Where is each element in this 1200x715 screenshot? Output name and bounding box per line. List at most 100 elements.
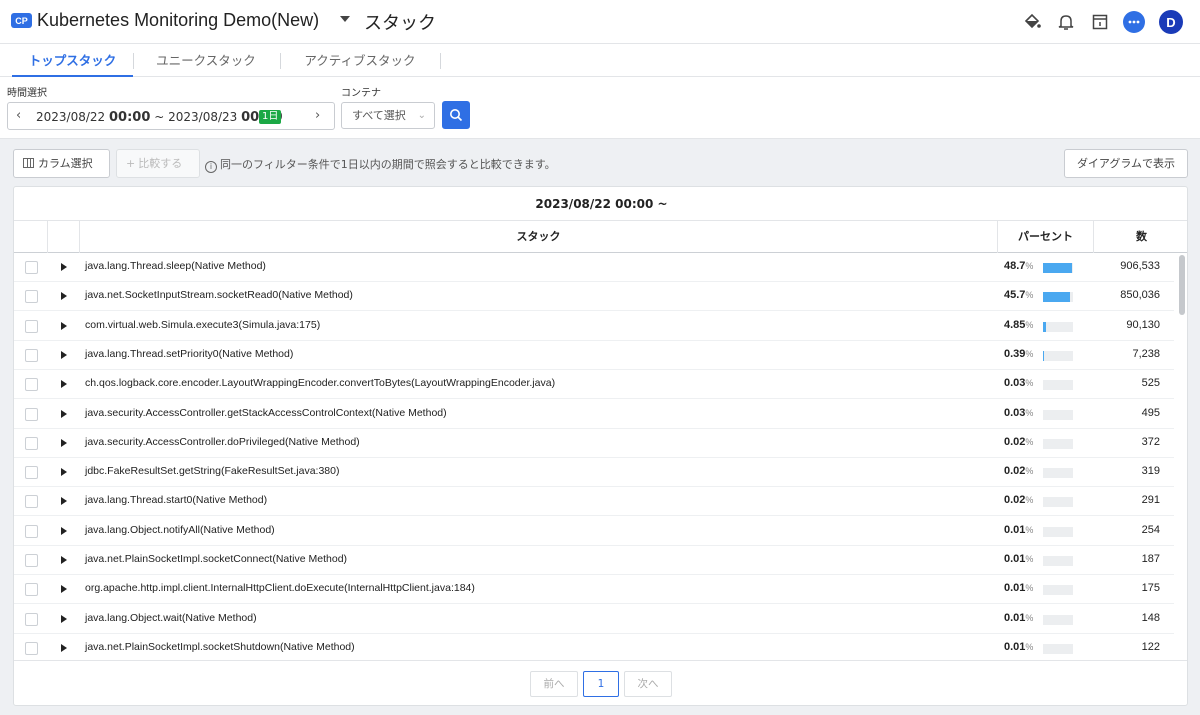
stack-name[interactable]: java.lang.Thread.sleep(Native Method) <box>85 260 266 272</box>
table-row[interactable]: java.lang.Object.notifyAll(Native Method… <box>14 517 1174 546</box>
percent-number: 0.02 <box>1004 494 1026 507</box>
expand-column-header <box>48 221 79 253</box>
stack-name[interactable]: java.lang.Object.wait(Native Method) <box>85 612 257 624</box>
table-row[interactable]: java.net.PlainSocketImpl.socketConnect(N… <box>14 546 1174 575</box>
stack-name[interactable]: java.lang.Thread.setPriority0(Native Met… <box>85 348 293 360</box>
table-row[interactable]: jdbc.FakeResultSet.getString(FakeResultS… <box>14 458 1174 488</box>
row-checkbox[interactable] <box>25 290 38 304</box>
stack-name[interactable]: java.lang.Thread.start0(Native Method) <box>85 494 267 506</box>
project-dropdown-caret-icon[interactable] <box>340 16 350 22</box>
project-type-badge: CP <box>11 13 32 28</box>
pagination-next-button[interactable]: 次へ <box>624 671 672 697</box>
table-row[interactable]: java.security.AccessController.getStackA… <box>14 400 1174 429</box>
tab-divider <box>280 53 281 69</box>
row-checkbox[interactable] <box>25 261 38 274</box>
paint-bucket-icon[interactable] <box>1020 10 1044 34</box>
stack-name[interactable]: jdbc.FakeResultSet.getString(FakeResultS… <box>85 465 339 477</box>
expand-triangle-icon[interactable] <box>61 321 67 330</box>
stack-name[interactable]: java.security.AccessController.getStackA… <box>85 407 447 419</box>
table-row[interactable]: java.lang.Thread.setPriority0(Native Met… <box>14 341 1174 370</box>
percent-number: 4.85 <box>1004 318 1026 331</box>
info-icon: i <box>205 161 217 173</box>
expand-triangle-icon[interactable] <box>61 585 67 594</box>
chevron-right-icon[interactable]: › <box>315 108 320 123</box>
chevron-left-icon[interactable]: ‹ <box>16 108 21 123</box>
table-row[interactable]: java.lang.Thread.sleep(Native Method) 48.… <box>14 253 1174 282</box>
row-checkbox[interactable] <box>25 466 38 480</box>
expand-triangle-icon[interactable] <box>61 350 67 359</box>
pagination-page-1[interactable]: 1 <box>583 671 619 697</box>
expand-triangle-icon[interactable] <box>61 380 67 389</box>
percent-value: 0.01% <box>1004 524 1033 536</box>
column-select-button[interactable]: カラム選択 <box>13 149 110 178</box>
stack-name[interactable]: ch.qos.logback.core.encoder.LayoutWrappi… <box>85 377 555 389</box>
tab-active-stack[interactable]: アクティブスタック <box>292 44 428 77</box>
table-scrollbar[interactable] <box>1179 255 1185 315</box>
percent-column-header[interactable]: パーセント <box>998 221 1093 253</box>
table-row[interactable]: ch.qos.logback.core.encoder.LayoutWrappi… <box>14 370 1174 400</box>
stack-table-card: 2023/08/22 00:00 ~ スタック パーセント 数 java.lan… <box>13 186 1188 706</box>
compare-button[interactable]: + 比較する <box>116 149 200 178</box>
container-label: コンテナ <box>341 88 381 99</box>
stack-name[interactable]: java.lang.Object.notifyAll(Native Method… <box>85 524 275 536</box>
row-checkbox[interactable] <box>25 524 38 538</box>
chat-icon[interactable] <box>1122 10 1146 34</box>
table-date-header: 2023/08/22 00:00 ~ <box>14 187 1187 221</box>
row-checkbox[interactable] <box>25 641 38 655</box>
stack-column-header[interactable]: スタック <box>80 221 997 253</box>
expand-triangle-icon[interactable] <box>61 292 67 301</box>
table-row[interactable]: com.virtual.web.Simula.execute3(Simula.j… <box>14 312 1174 341</box>
row-checkbox[interactable] <box>25 583 38 597</box>
percent-unit: % <box>1025 641 1034 652</box>
expand-triangle-icon[interactable] <box>61 497 67 506</box>
percent-unit: % <box>1025 495 1034 506</box>
percent-bar <box>1043 263 1073 273</box>
table-row[interactable]: java.lang.Object.wait(Native Method) 0.01… <box>14 605 1174 634</box>
expand-triangle-icon[interactable] <box>61 526 67 535</box>
percent-bar <box>1043 614 1073 625</box>
row-checkbox[interactable] <box>25 436 38 450</box>
expand-triangle-icon[interactable] <box>61 643 67 652</box>
project-name[interactable]: Kubernetes Monitoring Demo(New) <box>37 10 319 31</box>
percent-value: 0.02% <box>1004 465 1033 477</box>
expand-triangle-icon[interactable] <box>61 468 67 477</box>
bell-icon[interactable] <box>1054 10 1078 34</box>
expand-triangle-icon[interactable] <box>61 614 67 623</box>
news-icon[interactable] <box>1088 10 1112 34</box>
row-checkbox[interactable] <box>25 407 38 421</box>
row-checkbox[interactable] <box>25 612 38 626</box>
row-checkbox[interactable] <box>25 319 38 333</box>
row-checkbox[interactable] <box>25 495 38 509</box>
stack-name[interactable]: java.security.AccessController.doPrivile… <box>85 436 360 448</box>
pagination-prev-button[interactable]: 前へ <box>530 671 578 697</box>
container-select[interactable]: すべて選択 ⌄ <box>341 102 435 129</box>
percent-number: 0.01 <box>1004 611 1026 624</box>
row-checkbox[interactable] <box>25 378 38 392</box>
expand-triangle-icon[interactable] <box>61 263 67 271</box>
table-row[interactable]: java.net.SocketInputStream.socketRead0(N… <box>14 282 1174 312</box>
stack-name[interactable]: org.apache.http.impl.client.InternalHttp… <box>85 582 475 594</box>
time-range-picker[interactable]: ‹ 2023/08/22 00:00 ~ 2023/08/23 00:00 1日… <box>7 102 335 130</box>
expand-triangle-icon[interactable] <box>61 409 67 418</box>
tab-top-stack[interactable]: トップスタック <box>12 44 133 77</box>
count-column-header[interactable]: 数 <box>1094 221 1187 253</box>
count-value: 319 <box>1141 465 1160 478</box>
table-row[interactable]: java.net.PlainSocketImpl.socketShutdown(… <box>14 634 1174 661</box>
expand-triangle-icon[interactable] <box>61 438 67 447</box>
stack-name[interactable]: java.net.PlainSocketImpl.socketConnect(N… <box>85 553 347 565</box>
percent-bar <box>1043 585 1073 596</box>
expand-triangle-icon[interactable] <box>61 556 67 564</box>
row-checkbox[interactable] <box>25 348 38 362</box>
table-row[interactable]: java.lang.Thread.start0(Native Method) 0.… <box>14 487 1174 517</box>
stack-name[interactable]: java.net.PlainSocketImpl.socketShutdown(… <box>85 641 355 653</box>
user-avatar[interactable]: D <box>1159 10 1183 34</box>
tab-unique-stack[interactable]: ユニークスタック <box>145 44 267 77</box>
search-button[interactable] <box>442 101 470 129</box>
table-row[interactable]: org.apache.http.impl.client.InternalHttp… <box>14 575 1174 605</box>
row-checkbox[interactable] <box>25 554 38 567</box>
stack-name[interactable]: com.virtual.web.Simula.execute3(Simula.j… <box>85 319 320 331</box>
time-start-date: 2023/08/22 <box>36 110 106 124</box>
diagram-view-button[interactable]: ダイアグラムで表示 <box>1064 149 1188 178</box>
stack-name[interactable]: java.net.SocketInputStream.socketRead0(N… <box>85 289 353 301</box>
table-row[interactable]: java.security.AccessController.doPrivile… <box>14 429 1174 458</box>
